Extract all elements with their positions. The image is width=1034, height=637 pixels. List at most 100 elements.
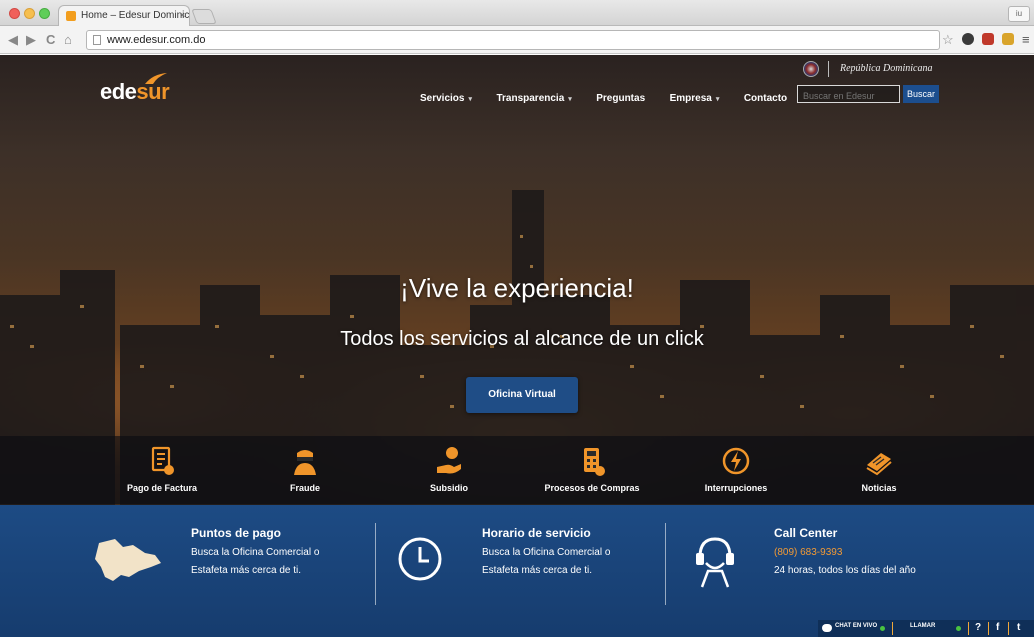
facebook-icon[interactable]: f — [996, 622, 999, 633]
government-seal-icon — [803, 61, 819, 77]
service-label: Procesos de Compras — [544, 483, 640, 493]
service-label: Interrupciones — [704, 483, 768, 493]
service-noticias[interactable]: Noticias — [814, 436, 944, 504]
horario-title: Horario de servicio — [482, 526, 591, 540]
call-center-block[interactable]: Call Center (809) 683-9393 24 horas, tod… — [670, 505, 1034, 637]
invoice-icon — [151, 446, 174, 475]
service-procesos-compras[interactable]: Procesos de Compras — [527, 436, 657, 504]
chat-bubble-icon — [822, 624, 832, 632]
new-tab-button[interactable] — [191, 9, 217, 24]
nav-label: Transparencia — [496, 93, 565, 104]
nav-preguntas[interactable]: Preguntas — [596, 93, 645, 104]
divider — [988, 622, 989, 635]
search-input[interactable] — [798, 88, 899, 104]
call-center-phone[interactable]: (809) 683-9393 — [774, 547, 842, 558]
clock-icon — [398, 537, 442, 581]
horario-text-line1: Busca la Oficina Comercial o — [482, 547, 611, 558]
service-label: Subsidio — [430, 483, 468, 493]
chevron-down-icon: ▾ — [468, 96, 472, 103]
url-text[interactable]: www.edesur.com.do — [107, 34, 205, 46]
forward-arrow-icon[interactable]: ▶ — [26, 32, 36, 48]
address-bar[interactable]: www.edesur.com.do — [86, 30, 940, 50]
browser-tab-strip: Home – Edesur Dominicana × iu — [0, 0, 1034, 26]
service-subsidio[interactable]: Subsidio — [384, 436, 514, 504]
call-center-title: Call Center — [774, 526, 838, 540]
logo-flame-icon — [145, 73, 167, 84]
browser-toolbar: ◀ ▶ C ⌂ www.edesur.com.do ☆ ≡ — [0, 26, 1034, 54]
service-fraude[interactable]: Fraude — [240, 436, 370, 504]
nav-label: Servicios — [420, 93, 465, 104]
oficina-virtual-button[interactable]: Oficina Virtual — [466, 377, 578, 413]
outage-icon — [722, 447, 750, 475]
minimize-window-button[interactable] — [24, 8, 35, 19]
home-icon[interactable]: ⌂ — [64, 32, 72, 47]
thief-icon — [294, 450, 316, 475]
nav-servicios[interactable]: Servicios ▾ — [420, 93, 472, 104]
nav-contacto[interactable]: Contacto — [744, 93, 787, 104]
back-arrow-icon[interactable]: ◀ — [8, 32, 18, 48]
search-field[interactable] — [797, 85, 900, 104]
browser-menu-icon[interactable]: ≡ — [1022, 32, 1030, 47]
subsidy-hand-icon — [437, 447, 461, 474]
news-icon — [866, 453, 892, 476]
divider — [665, 523, 666, 605]
tab-title: Home – Edesur Dominicana — [81, 10, 190, 21]
bookmark-star-icon[interactable]: ☆ — [942, 32, 954, 48]
page-icon — [93, 35, 101, 45]
service-interrupciones[interactable]: Interrupciones — [671, 436, 801, 504]
divider — [1008, 622, 1009, 635]
nav-label: Empresa — [669, 93, 712, 104]
tab-close-icon[interactable]: × — [180, 10, 185, 20]
chat-en-vivo-link[interactable]: CHAT EN VIVO — [835, 623, 877, 629]
logo-text-main: ede — [100, 79, 137, 104]
llamar-link[interactable]: LLAMAR — [910, 623, 935, 629]
puntos-text-line1: Busca la Oficina Comercial o — [191, 547, 320, 558]
chevron-down-icon: ▾ — [715, 96, 720, 103]
headset-icon — [696, 537, 734, 588]
profile-button[interactable]: iu — [1008, 6, 1030, 22]
online-status-dot — [880, 626, 885, 631]
purchase-calculator-icon — [584, 448, 605, 476]
main-nav: Servicios ▾ Transparencia ▾ Preguntas Empr… — [420, 88, 807, 108]
favicon-icon — [66, 11, 76, 21]
contact-bar: CHAT EN VIVO LLAMAR ? f t — [818, 620, 1034, 637]
puntos-text-line2: Estafeta más cerca de ti. — [191, 565, 302, 576]
nav-label: Preguntas — [596, 93, 646, 104]
close-window-button[interactable] — [9, 8, 20, 19]
chevron-down-icon: ▾ — [568, 96, 572, 103]
divider — [968, 622, 969, 635]
map-icon — [95, 539, 161, 581]
hero-headline: ¡Vive la experiencia! — [400, 273, 634, 303]
help-icon[interactable]: ? — [975, 622, 981, 633]
hero-subheadline: Todos los servicios al alcance de un cli… — [340, 328, 704, 350]
call-center-hours: 24 horas, todos los días del año — [774, 565, 916, 576]
online-status-dot — [956, 626, 961, 631]
divider — [828, 61, 829, 77]
browser-tab[interactable]: Home – Edesur Dominicana — [58, 5, 190, 26]
service-label: Pago de Factura — [126, 483, 198, 493]
service-pago-factura[interactable]: Pago de Factura — [97, 436, 227, 504]
maximize-window-button[interactable] — [39, 8, 50, 19]
edesur-page: edesur Servicios ▾ Transparencia ▾ Pregunt… — [0, 55, 1034, 637]
divider — [892, 622, 893, 635]
nav-transparencia[interactable]: Transparencia ▾ — [496, 93, 571, 104]
extension-yellow-icon[interactable] — [1002, 33, 1014, 45]
reload-icon[interactable]: C — [46, 32, 55, 47]
info-band: Puntos de pago Busca la Oficina Comercia… — [0, 505, 1034, 637]
nav-label: Contacto — [743, 93, 788, 104]
search-button[interactable]: Buscar — [903, 85, 939, 103]
government-text: República Dominicana — [840, 63, 933, 74]
services-bar: Pago de Factura Fraude Subsidio Procesos… — [0, 436, 1034, 504]
horario-block[interactable]: Horario de servicio Busca la Oficina Com… — [380, 505, 670, 637]
twitter-icon[interactable]: t — [1017, 622, 1020, 633]
puntos-de-pago-block[interactable]: Puntos de pago Busca la Oficina Comercia… — [0, 505, 380, 637]
extension-red-icon[interactable] — [982, 33, 994, 45]
puntos-title: Puntos de pago — [191, 526, 281, 540]
service-label: Noticias — [861, 483, 897, 493]
extension-gear-icon[interactable] — [962, 33, 974, 45]
service-label: Fraude — [289, 483, 320, 493]
site-header: edesur Servicios ▾ Transparencia ▾ Pregunt… — [0, 55, 1034, 115]
nav-empresa[interactable]: Empresa ▾ — [670, 93, 720, 104]
horario-text-line2: Estafeta más cerca de ti. — [482, 565, 593, 576]
divider — [375, 523, 376, 605]
